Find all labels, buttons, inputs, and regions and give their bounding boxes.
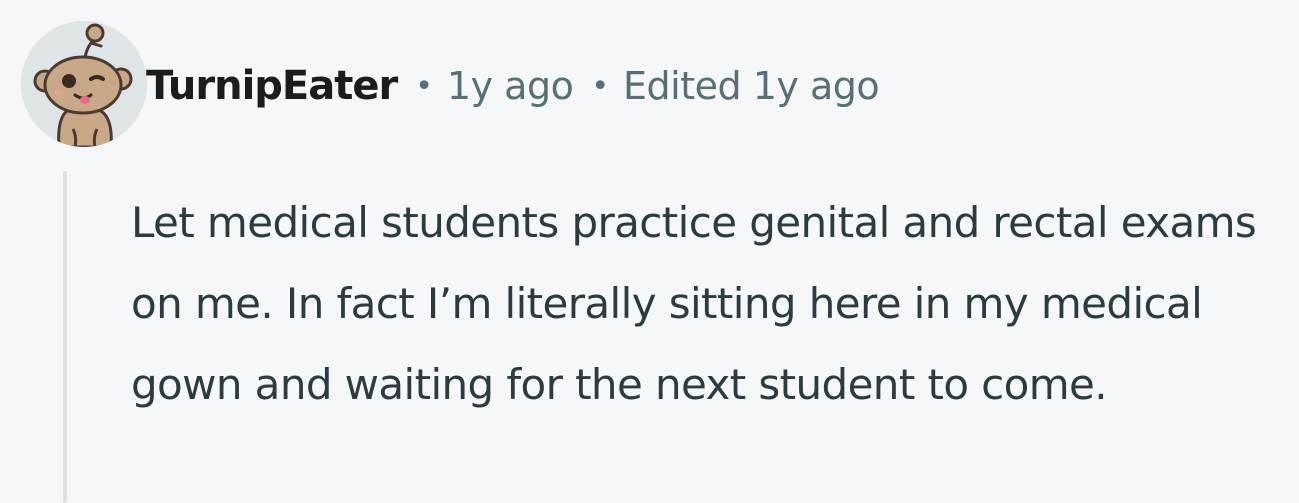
avatar[interactable] xyxy=(21,21,147,147)
meta-separator: • xyxy=(415,68,433,104)
author-username[interactable]: TurnipEater xyxy=(146,63,398,109)
posted-timestamp[interactable]: 1y ago xyxy=(447,64,574,108)
comment-card: TurnipEater • 1y ago • Edited 1y ago Let… xyxy=(0,0,1299,503)
comment-meta: TurnipEater • 1y ago • Edited 1y ago xyxy=(146,58,880,114)
thread-collapse-line[interactable] xyxy=(63,171,67,503)
comment-body: Let medical students practice genital an… xyxy=(131,198,1257,409)
meta-separator: • xyxy=(591,68,610,104)
snoo-mascot-wink-icon xyxy=(21,21,147,147)
edited-timestamp: Edited 1y ago xyxy=(623,64,880,108)
